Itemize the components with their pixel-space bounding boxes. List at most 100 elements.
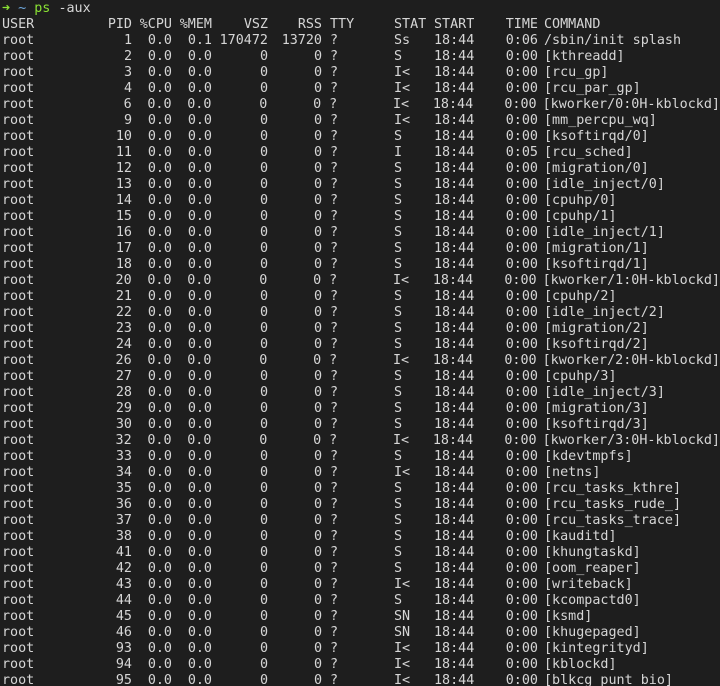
cell-pid: 45 — [115, 609, 132, 624]
cell-start: 18:44 — [434, 481, 475, 496]
cell-mem: 0.0 — [187, 113, 212, 128]
cell-rss: 0 — [313, 81, 322, 96]
cell-start: 18:44 — [434, 369, 475, 384]
cell-mem: 0.0 — [187, 145, 212, 160]
cell-rss: 0 — [313, 65, 322, 80]
cell-rss: 0 — [313, 273, 322, 288]
table-row: root 27 0.0 0.0 0 0? S 18:44 0:00 [cpuhp/3] — [2, 369, 720, 385]
cell-time: 0:00 — [505, 81, 538, 96]
cell-mem: 0.0 — [187, 193, 212, 208]
cell-tty: ? — [330, 289, 339, 304]
cell-pid: 94 — [115, 657, 132, 672]
table-row: root 21 0.0 0.0 0 0? S 18:44 0:00 [cpuhp/2] — [2, 289, 720, 305]
cell-tty: ? — [329, 273, 338, 288]
cell-rss: 0 — [313, 449, 322, 464]
cell-tty: ? — [330, 609, 339, 624]
cell-mem: 0.0 — [187, 289, 212, 304]
cell-start: 18:44 — [434, 385, 475, 400]
cell-command: [mm_percpu_wq] — [544, 113, 657, 128]
cell-cpu: 0.0 — [147, 113, 172, 128]
cell-stat: S — [394, 481, 403, 496]
cell-cpu: 0.0 — [147, 241, 172, 256]
cell-start: 18:44 — [434, 577, 475, 592]
cell-stat: I< — [394, 577, 411, 592]
cell-time: 0:00 — [505, 241, 538, 256]
cell-command: [rcu_gp] — [544, 65, 609, 80]
cell-tty: ? — [330, 481, 339, 496]
cell-cpu: 0.0 — [147, 97, 172, 112]
column-header-start: START — [434, 17, 475, 32]
cell-mem: 0.0 — [187, 593, 212, 608]
column-header-user: USER — [2, 17, 35, 32]
cell-rss: 0 — [313, 209, 322, 224]
cell-mem: 0.0 — [187, 129, 212, 144]
cell-stat: SN — [394, 609, 411, 624]
cell-stat: S — [394, 529, 403, 544]
cell-cpu: 0.0 — [147, 401, 172, 416]
cell-rss: 0 — [313, 289, 322, 304]
cell-start: 18:44 — [434, 625, 475, 640]
cell-start: 18:44 — [434, 449, 475, 464]
cell-pid: 15 — [115, 209, 132, 224]
cell-vsz: 0 — [259, 113, 268, 128]
cell-vsz: 0 — [259, 625, 268, 640]
cell-cpu: 0.0 — [147, 385, 172, 400]
cell-vsz: 0 — [259, 257, 268, 272]
cell-stat: SN — [394, 625, 411, 640]
column-header-command: COMMAND — [544, 17, 601, 32]
cell-command: [ksmd] — [544, 609, 593, 624]
prompt-arrow-icon: ➜ — [2, 1, 11, 16]
cell-vsz: 0 — [259, 417, 268, 432]
cell-start: 18:44 — [434, 497, 475, 512]
cell-user: root — [2, 577, 35, 592]
cell-rss: 0 — [313, 513, 322, 528]
cell-time: 0:00 — [505, 529, 538, 544]
cell-cpu: 0.0 — [147, 497, 172, 512]
cell-mem: 0.0 — [187, 657, 212, 672]
cell-time: 0:00 — [505, 289, 538, 304]
cell-tty: ? — [330, 577, 339, 592]
cell-stat: S — [394, 593, 403, 608]
table-row: root 30 0.0 0.0 0 0? S 18:44 0:00 [ksoftirqd/3] — [2, 417, 720, 433]
cell-stat: I< — [392, 433, 410, 448]
cell-user: root — [2, 337, 35, 352]
cell-pid: 33 — [115, 449, 132, 464]
cell-user: root — [2, 561, 35, 576]
cell-tty: ? — [330, 145, 339, 160]
cell-rss: 0 — [313, 609, 322, 624]
table-row: root 2 0.0 0.0 0 0? S 18:44 0:00 [kthreadd] — [2, 49, 720, 65]
table-row: root 3 0.0 0.0 0 0? I< 18:44 0:00 [rcu_gp] — [2, 65, 720, 81]
cell-tty: ? — [330, 33, 339, 48]
cell-start: 18:44 — [434, 401, 475, 416]
table-row: root 44 0.0 0.0 0 0? S 18:44 0:00 [kcompactd0] — [2, 593, 720, 609]
cell-pid: 46 — [115, 625, 132, 640]
cell-pid: 28 — [115, 385, 132, 400]
cell-time: 0:00 — [505, 465, 538, 480]
cell-pid: 20 — [115, 273, 132, 288]
cell-rss: 0 — [313, 657, 322, 672]
cell-mem: 0.1 — [187, 33, 212, 48]
table-row: root 12 0.0 0.0 0 0? S 18:44 0:00 [migration/0] — [2, 161, 720, 177]
cell-rss: 0 — [313, 385, 322, 400]
cell-cpu: 0.0 — [147, 433, 172, 448]
cell-time: 0:00 — [505, 593, 538, 608]
cell-start: 18:44 — [434, 545, 475, 560]
cell-start: 18:44 — [434, 145, 475, 160]
table-row: root 16 0.0 0.0 0 0? S 18:44 0:00 [idle_inject/1] — [2, 225, 720, 241]
cell-pid: 16 — [115, 225, 132, 240]
cell-command: [kworker/2:0H-kblockd] — [542, 353, 720, 368]
cell-stat: S — [394, 129, 403, 144]
cell-tty: ? — [329, 97, 338, 112]
cell-vsz: 0 — [259, 561, 268, 576]
cell-mem: 0.0 — [187, 385, 212, 400]
cell-tty: ? — [330, 193, 339, 208]
cell-start: 18:44 — [434, 209, 475, 224]
terminal-window[interactable]: ➜ ~ ps -aux USER PID %CPU %MEM VSZ RSS T… — [0, 0, 720, 686]
cell-rss: 0 — [313, 129, 322, 144]
cell-start: 18:44 — [432, 273, 474, 288]
table-row: root 6 0.0 0.0 0 0? I< 18:44 0:00 [kworker/0:0H-k… — [2, 97, 720, 113]
cell-time: 0:00 — [505, 513, 538, 528]
cell-tty: ? — [330, 225, 339, 240]
cell-mem: 0.0 — [187, 625, 212, 640]
cell-vsz: 0 — [259, 481, 268, 496]
